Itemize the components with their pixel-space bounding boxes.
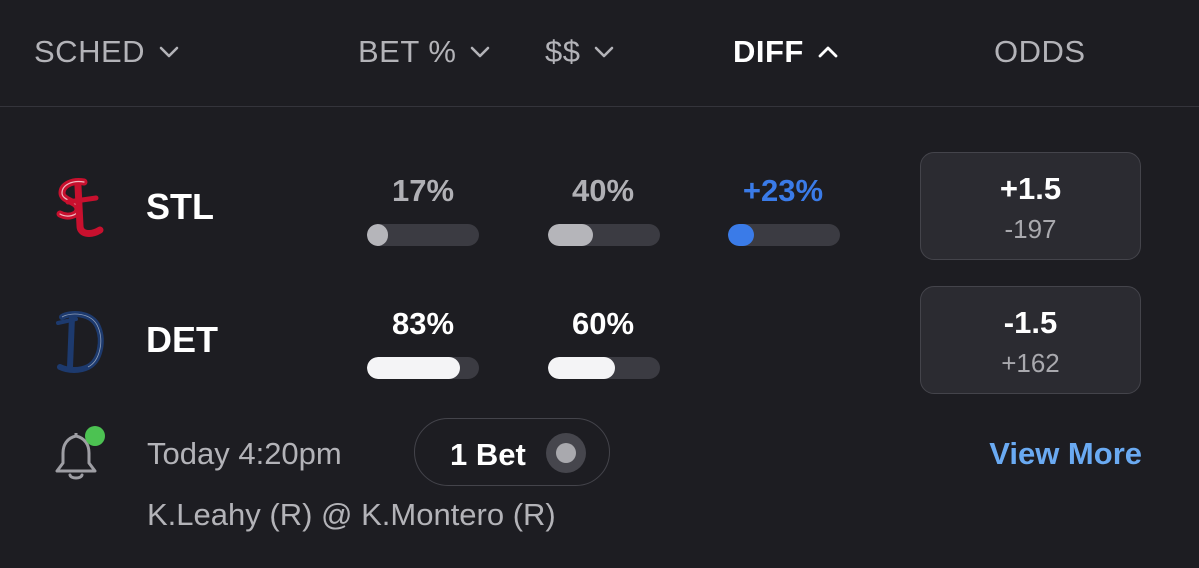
chevron-up-icon bbox=[816, 40, 840, 64]
bet-pct-bar-fill bbox=[367, 224, 388, 246]
odds-button-stl[interactable]: +1.5 -197 bbox=[920, 152, 1141, 260]
odds-price: -197 bbox=[1004, 214, 1057, 244]
money-pct-value: 60% bbox=[571, 306, 635, 341]
column-header-row: SCHED BET % $$ DIFF ODDS bbox=[0, 0, 1199, 107]
bet-pct-value: 17% bbox=[391, 173, 455, 208]
notification-dot bbox=[85, 426, 105, 446]
spread-line: -1.5 bbox=[1003, 305, 1058, 340]
money-label: $$ bbox=[545, 34, 581, 69]
radio-dot-icon bbox=[546, 433, 586, 473]
odds-price: +162 bbox=[1001, 348, 1060, 378]
view-more-link[interactable]: View More bbox=[989, 436, 1142, 472]
money-sort-button[interactable]: $$ bbox=[545, 32, 616, 72]
sched-label: SCHED bbox=[34, 34, 146, 69]
cardinals-logo bbox=[50, 176, 106, 240]
bet-pct-bar bbox=[367, 224, 479, 246]
team-abbr: STL bbox=[146, 186, 214, 227]
money-pct-bar bbox=[548, 224, 660, 246]
odds-label: ODDS bbox=[994, 34, 1086, 69]
chevron-down-icon bbox=[157, 40, 181, 64]
odds-column-header[interactable]: ODDS bbox=[994, 32, 1086, 72]
game-time: Today 4:20pm bbox=[147, 436, 342, 471]
money-pct-bar-fill bbox=[548, 357, 615, 379]
bet-pct-bar-fill bbox=[367, 357, 460, 379]
bet-pct-sort-button[interactable]: BET % bbox=[358, 32, 492, 72]
team-abbr: DET bbox=[146, 319, 218, 360]
bet-pct-bar bbox=[367, 357, 479, 379]
money-pct-value: 40% bbox=[571, 173, 635, 208]
bet-count-label: 1 Bet bbox=[450, 437, 526, 472]
diff-label: DIFF bbox=[733, 34, 804, 69]
odds-button-det[interactable]: -1.5 +162 bbox=[920, 286, 1141, 394]
bell-icon[interactable] bbox=[50, 425, 108, 483]
diff-bar bbox=[728, 224, 840, 246]
diff-bar-fill bbox=[728, 224, 754, 246]
chevron-down-icon bbox=[592, 40, 616, 64]
chevron-down-icon bbox=[468, 40, 492, 64]
sched-sort-button[interactable]: SCHED bbox=[34, 32, 181, 72]
spread-line: +1.5 bbox=[999, 171, 1062, 206]
diff-sort-button[interactable]: DIFF bbox=[733, 32, 840, 72]
bet-pct-label: BET % bbox=[358, 34, 457, 69]
money-pct-bar bbox=[548, 357, 660, 379]
diff-value: +23% bbox=[742, 173, 824, 208]
bet-count-button[interactable]: 1 Bet bbox=[414, 418, 610, 486]
probable-pitchers: K.Leahy (R) @ K.Montero (R) bbox=[147, 497, 556, 532]
bet-pct-value: 83% bbox=[391, 306, 455, 341]
tigers-logo bbox=[52, 309, 108, 373]
money-pct-bar-fill bbox=[548, 224, 593, 246]
